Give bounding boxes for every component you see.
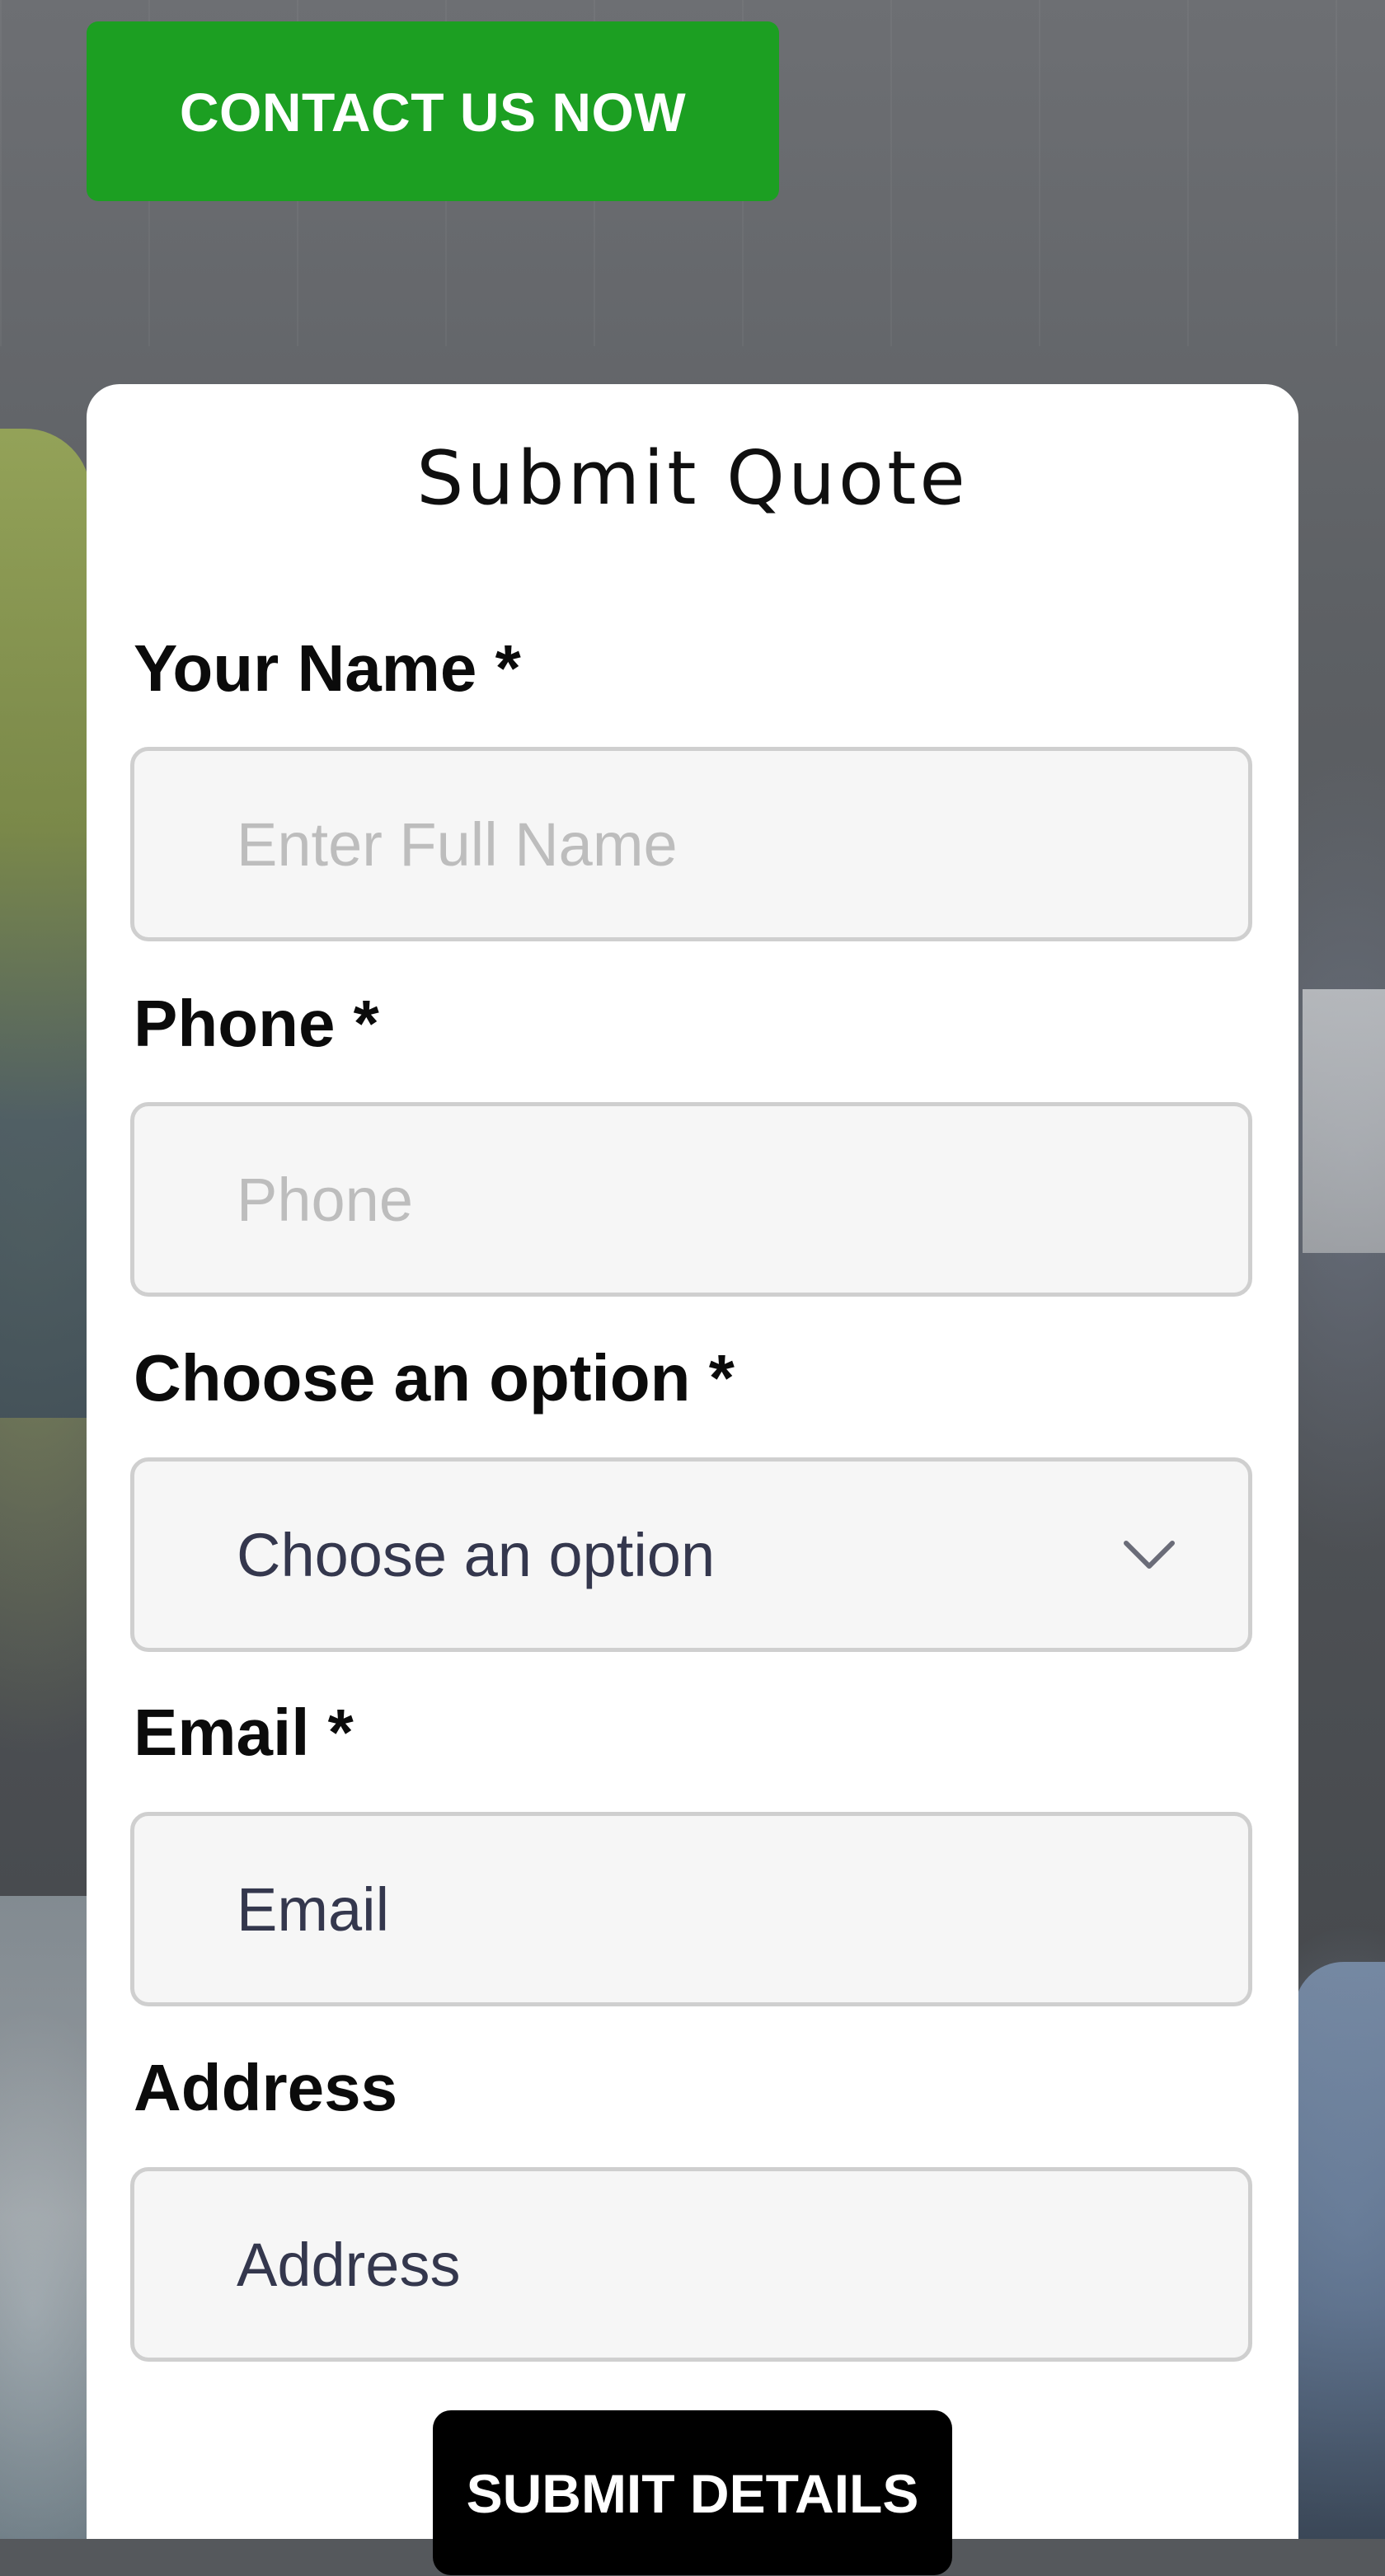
address-label: Address: [134, 2051, 398, 2124]
submit-details-button[interactable]: SUBMIT DETAILS: [433, 2410, 952, 2575]
background-window: [1303, 989, 1385, 1253]
email-label: Email *: [134, 1696, 354, 1769]
option-select[interactable]: Choose an option: [130, 1457, 1252, 1652]
background-left-detail: [0, 1896, 87, 2539]
chevron-down-icon: [1124, 1541, 1175, 1569]
name-input[interactable]: [130, 747, 1252, 941]
phone-label: Phone *: [134, 987, 379, 1060]
option-label: Choose an option *: [134, 1341, 735, 1415]
phone-input[interactable]: [130, 1102, 1252, 1297]
email-input[interactable]: [130, 1812, 1252, 2006]
background-worker-figure: [0, 429, 91, 1418]
form-title: Submit Quote: [416, 435, 969, 522]
option-selected-value: Choose an option: [237, 1520, 716, 1589]
address-input[interactable]: [130, 2167, 1252, 2362]
name-label: Your Name *: [134, 631, 521, 705]
quote-form-card: Submit Quote Your Name * Phone * Choose …: [87, 384, 1298, 2575]
contact-us-button[interactable]: CONTACT US NOW: [87, 21, 779, 201]
background-right-detail: [1294, 1962, 1385, 2539]
